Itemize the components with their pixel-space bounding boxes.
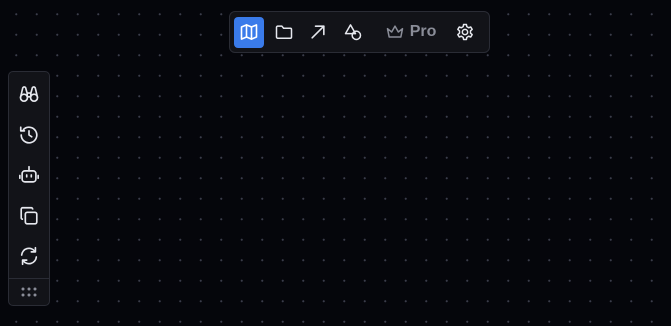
history-button[interactable] — [12, 116, 46, 152]
settings-button[interactable] — [450, 17, 480, 48]
assistant-button[interactable] — [12, 157, 46, 193]
sidebar-drag-handle[interactable] — [12, 279, 46, 305]
gear-icon — [457, 23, 474, 41]
arrow-up-right-icon — [311, 25, 325, 39]
history-icon — [19, 126, 38, 144]
shapes-icon — [344, 24, 362, 41]
left-sidebar — [8, 71, 50, 306]
pro-label: Pro — [409, 23, 437, 40]
binoculars-icon — [19, 86, 39, 103]
robot-icon — [19, 166, 39, 183]
map-icon — [240, 24, 258, 40]
explore-button[interactable] — [12, 76, 46, 112]
top-toolbar: Pro — [229, 11, 490, 53]
pro-badge[interactable]: Pro — [379, 17, 443, 48]
refresh-icon — [20, 247, 38, 266]
arrow-tool-button[interactable] — [303, 17, 333, 48]
folder-button[interactable] — [269, 17, 299, 48]
copy-icon — [20, 206, 38, 225]
folder-icon — [275, 25, 292, 39]
crown-icon — [386, 25, 403, 38]
refresh-button[interactable] — [12, 238, 46, 274]
duplicate-button[interactable] — [12, 197, 46, 233]
shapes-button[interactable] — [338, 17, 368, 48]
map-button[interactable] — [234, 16, 264, 48]
grip-dots-icon — [21, 287, 37, 297]
